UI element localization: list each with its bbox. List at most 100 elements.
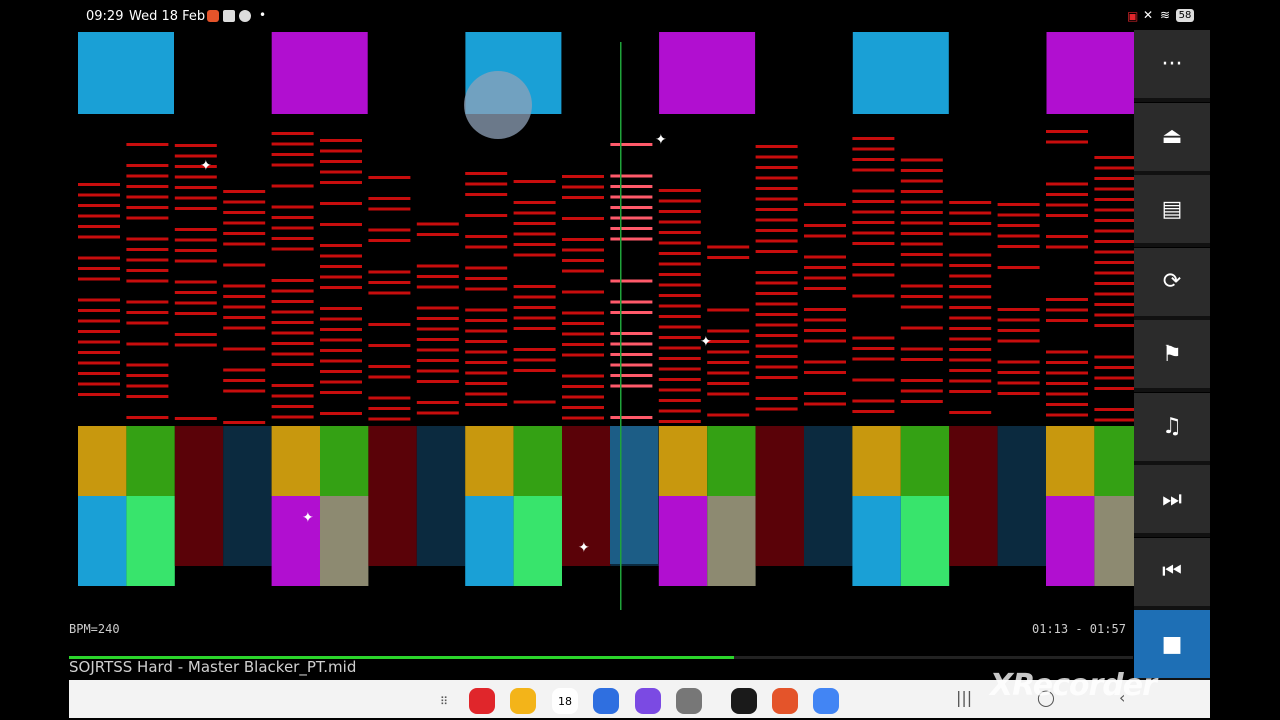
note-bar [223,263,266,267]
note-bar [465,287,508,291]
recents-nav-icon[interactable]: ||| [956,688,972,707]
note-bar [78,277,120,281]
note-bar [416,317,459,320]
note-bar [852,357,895,361]
note-bar [900,284,943,288]
calendar-icon[interactable]: 18 [552,688,578,714]
note-bar [126,300,169,304]
note-bar [852,200,895,203]
dot-icon: • [259,8,267,22]
notes-icon[interactable] [635,688,661,714]
note-bar [513,400,556,404]
note-bar [755,271,798,274]
note-bar [174,196,217,200]
note-bar [416,285,459,289]
key-block-top [562,426,611,496]
note-bar [78,298,120,302]
note-bar [271,237,314,240]
note-bar [174,301,217,305]
note-bar [126,216,169,220]
note-bar [804,339,846,343]
note-bar [707,413,750,417]
note-bar [223,232,266,235]
flag-button[interactable]: ⚑ [1134,320,1210,392]
key-block-bottom [320,496,369,586]
key-block-bottom [78,496,127,586]
folder-status-icon [223,10,235,22]
chrome-icon[interactable] [813,688,839,714]
note-bar [755,155,798,159]
metronome-button[interactable]: ♫ [1134,392,1210,465]
fast-forward-button[interactable]: ⏭ [1134,465,1210,537]
note-bar [320,359,362,363]
note-bar [223,242,266,246]
top-note-block [78,32,174,114]
note-bar [174,343,217,347]
note-bar [610,216,653,220]
note-bar [804,234,846,238]
track-list-button[interactable]: ▤ [1134,175,1210,247]
top-note-block [271,32,368,114]
note-bar [610,143,653,146]
note-bar [562,322,604,325]
note-bar [610,374,653,377]
note-bar [465,308,508,312]
messages-icon[interactable] [593,688,619,714]
recorder-icon[interactable] [772,688,798,714]
note-bar [949,306,992,309]
note-bar [707,382,750,385]
note-bar [416,380,459,383]
note-bar [223,305,266,309]
note-bar [78,319,120,323]
note-bar [562,290,604,294]
app-red-icon[interactable] [469,688,495,714]
note-bar [949,337,992,341]
loop-button[interactable]: ⟳ [1134,247,1210,320]
note-bar [513,201,556,204]
note-bar [368,417,411,421]
key-block-top [804,426,853,496]
note-bar [271,205,314,209]
apps-grid-icon[interactable]: ⠿ [431,688,457,714]
glow-particle [464,71,532,139]
note-bar [78,183,120,186]
key-block-bottom [949,496,998,566]
eject-button[interactable]: ⏏ [1134,102,1210,175]
top-note-block [659,32,756,114]
rewind-button[interactable]: ⏮ [1134,537,1210,610]
note-bar [416,369,459,373]
note-bar [416,359,459,362]
note-bar [271,132,314,135]
note-bar [368,365,411,368]
note-bar [513,222,556,225]
note-bar [949,390,992,393]
note-bar [900,400,943,403]
eject-icon: ⏏ [1161,124,1183,149]
note-bar [416,327,459,331]
note-bar [658,262,701,266]
note-bar [78,340,120,344]
note-bar [852,137,895,140]
note-bar [852,294,895,298]
more-button[interactable]: ··· [1134,30,1210,102]
note-bar [320,370,362,373]
note-bar [465,277,508,280]
note-bar [1046,413,1088,417]
recorder-status-icon [207,10,219,22]
files-icon[interactable] [510,688,536,714]
note-bar [900,347,943,351]
note-bar [465,382,508,385]
note-bar [900,158,943,162]
note-bar [320,254,362,258]
piano-roll-visualizer[interactable]: ✦ ✦ ✦ ✦ ✦ [70,30,1134,610]
key-block-bottom [1094,496,1134,586]
camera-icon[interactable] [676,688,702,714]
note-bar [174,259,217,263]
note-bar [1094,408,1134,411]
key-block-bottom [804,496,853,566]
note-bar [1046,182,1088,186]
note-bar [658,378,701,381]
note-bar [320,349,362,352]
rewind-icon: ⏮ [1162,559,1182,584]
midi-app-icon[interactable] [731,688,757,714]
